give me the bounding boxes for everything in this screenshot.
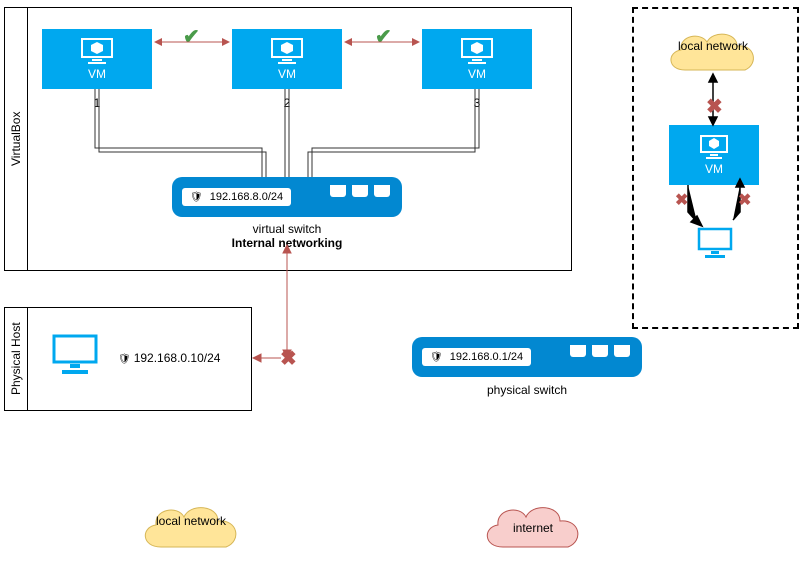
cloud-local — [136, 497, 246, 559]
cloud-internet-label: internet — [490, 521, 576, 535]
vm-3-label: VM — [468, 67, 486, 81]
vm-1-num: 1 — [42, 96, 152, 110]
inset-cloud-label: local network — [670, 40, 756, 52]
inset-cloud — [663, 24, 763, 82]
physical-switch: 192.168.0.1/24 — [412, 337, 642, 377]
inset-pc — [696, 226, 734, 261]
inset-cross-right: ✖ — [738, 190, 751, 210]
vm-3-num: 3 — [422, 96, 532, 110]
physical-host-ip: 192.168.0.10/24 — [118, 351, 220, 365]
inset-vm-label: VM — [705, 162, 723, 176]
inset-cross-left: ✖ — [675, 190, 688, 210]
physicalhost-label: Physical Host — [4, 307, 28, 411]
physical-host-pc — [50, 332, 100, 379]
inset-vm: VM — [669, 125, 759, 185]
diagram-canvas: VirtualBox VM 1 VM 2 VM 3 ✔ ✔ 192.168.8.… — [0, 0, 803, 582]
physical-switch-ip: 192.168.0.1/24 — [422, 348, 531, 366]
physical-switch-label: physical switch — [412, 383, 642, 397]
virtual-switch-sublabel: Internal networking — [172, 236, 402, 250]
check-23: ✔ — [375, 24, 392, 49]
vm-2-label: VM — [278, 67, 296, 81]
cross-host: ✖ — [280, 346, 297, 371]
vm-1: VM — [42, 29, 152, 89]
virtual-switch-ip: 192.168.8.0/24 — [182, 188, 291, 206]
vm-2: VM — [232, 29, 342, 89]
vm-2-num: 2 — [232, 96, 342, 110]
check-12: ✔ — [183, 24, 200, 49]
virtual-switch: 192.168.8.0/24 — [172, 177, 402, 217]
vm-3: VM — [422, 29, 532, 89]
inset-cross-top: ✖ — [706, 94, 723, 119]
cloud-local-label: local network — [148, 515, 234, 528]
virtualbox-label: VirtualBox — [4, 7, 28, 271]
vm-1-label: VM — [88, 67, 106, 81]
virtual-switch-label: virtual switch — [172, 222, 402, 236]
